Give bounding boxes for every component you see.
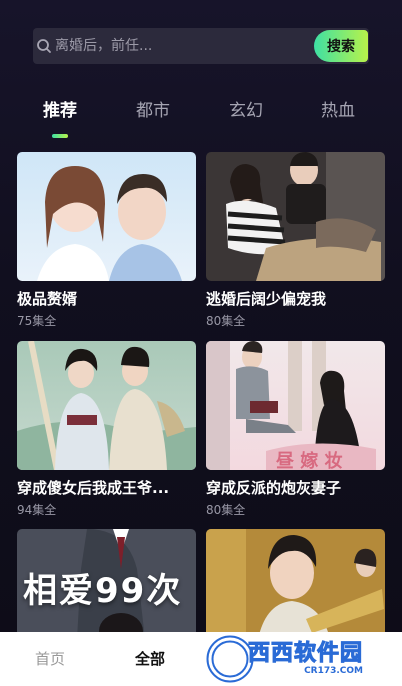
drama-title: 穿成傻女后我成王爷...	[17, 479, 170, 497]
search-icon	[33, 35, 55, 57]
svg-text:昼 嫁 妆: 昼 嫁 妆	[276, 450, 343, 470]
watermark-url: CR173.COM	[304, 665, 364, 676]
drama-card[interactable]	[206, 529, 385, 639]
watermark-brand: 西西软件园	[247, 640, 364, 666]
nav-all[interactable]: 全部	[135, 648, 165, 669]
category-tabs: 推荐 都市 玄幻 热血	[0, 96, 402, 136]
drama-title: 穿成反派的炮灰妻子	[206, 479, 342, 497]
episode-count: 75集全	[17, 314, 57, 328]
episode-count: 94集全	[17, 503, 57, 517]
drama-card[interactable]: 相爱99次	[17, 529, 196, 639]
watermark-logo: 西西软件园 CR173.COM	[202, 634, 382, 684]
tab-fantasy[interactable]: 玄幻	[211, 96, 281, 121]
drama-poster[interactable]: 相爱99次	[17, 529, 196, 639]
tab-urban[interactable]: 都市	[118, 96, 188, 121]
drama-poster[interactable]	[17, 152, 196, 281]
episode-count: 80集全	[206, 503, 246, 517]
drama-card[interactable]: 昼 嫁 妆 穿成反派的炮灰妻子 80集全	[206, 341, 385, 518]
drama-title: 极品赘婿	[17, 290, 78, 308]
search-button[interactable]: 搜索	[314, 30, 368, 62]
poster-title-text: 相爱99次	[23, 571, 183, 611]
drama-card[interactable]: 穿成傻女后我成王爷... 94集全	[17, 341, 196, 518]
drama-poster[interactable]	[17, 341, 196, 470]
tab-action[interactable]: 热血	[303, 96, 373, 121]
search-bar: 搜索	[33, 28, 369, 64]
drama-poster[interactable]	[206, 529, 385, 639]
drama-card[interactable]: 极品赘婿 75集全	[17, 152, 196, 329]
nav-home[interactable]: 首页	[35, 648, 65, 669]
drama-poster[interactable]: 昼 嫁 妆	[206, 341, 385, 470]
drama-card[interactable]: 逃婚后阔少偏宠我 80集全	[206, 152, 385, 329]
tab-indicator	[52, 134, 68, 138]
drama-poster[interactable]	[206, 152, 385, 281]
episode-count: 80集全	[206, 314, 246, 328]
drama-title: 逃婚后阔少偏宠我	[206, 290, 327, 308]
tab-recommend[interactable]: 推荐	[25, 96, 95, 121]
